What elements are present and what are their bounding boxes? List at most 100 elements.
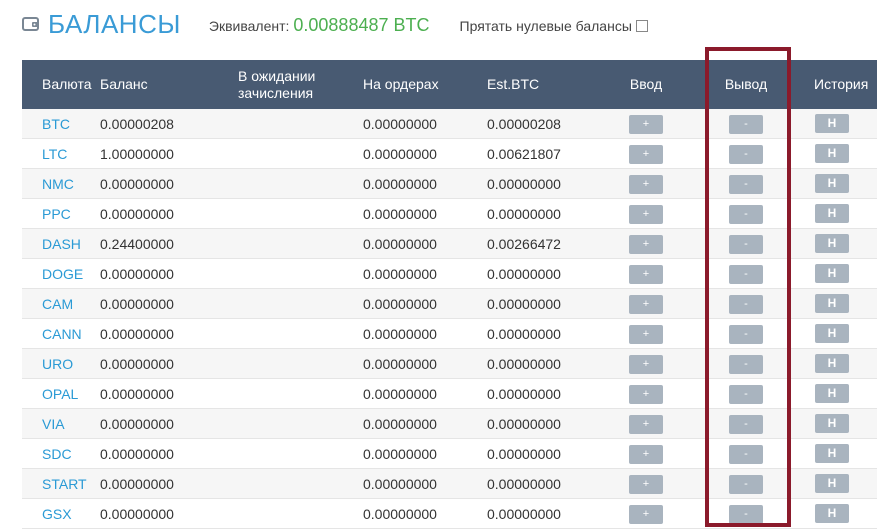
history-button[interactable]: H [815, 204, 849, 223]
pending-cell [238, 438, 363, 469]
est-btc-cell: 0.00000000 [487, 348, 598, 379]
withdraw-cell: - [694, 168, 798, 199]
deposit-cell: + [598, 498, 694, 529]
deposit-button[interactable]: + [629, 444, 663, 464]
history-button[interactable]: H [815, 354, 849, 373]
col-orders[interactable]: На ордерах [363, 60, 487, 109]
currency-link[interactable]: URO [42, 356, 73, 372]
table-row: OPAL 0.00000000 0.00000000 0.00000000 + - H [22, 378, 877, 409]
deposit-button[interactable]: + [629, 294, 663, 314]
currency-cell: BTC [22, 109, 100, 139]
deposit-cell: + [598, 378, 694, 409]
withdraw-button[interactable]: - [729, 324, 763, 344]
currency-link[interactable]: START [42, 476, 87, 492]
col-est-btc[interactable]: Est.BTC [487, 60, 598, 109]
table-row: GSX 0.00000000 0.00000000 0.00000000 + - H [22, 498, 877, 529]
currency-link[interactable]: DOGE [42, 266, 83, 282]
est-btc-cell: 0.00000208 [487, 109, 598, 139]
orders-cell: 0.00000000 [363, 109, 487, 139]
table-row: CAM 0.00000000 0.00000000 0.00000000 + - H [22, 288, 877, 319]
withdraw-button[interactable]: - [729, 234, 763, 254]
currency-link[interactable]: VIA [42, 416, 65, 432]
withdraw-button[interactable]: - [729, 474, 763, 494]
history-button[interactable]: H [815, 264, 849, 283]
history-button[interactable]: H [815, 114, 849, 133]
balance-cell: 0.00000000 [100, 468, 238, 499]
table-row: DASH 0.24400000 0.00000000 0.00266472 + - H [22, 228, 877, 259]
deposit-button[interactable]: + [629, 354, 663, 374]
withdraw-button[interactable]: - [729, 204, 763, 224]
balances-rows: BTC 0.00000208 0.00000000 0.00000208 + - H LTC 1… [22, 109, 877, 529]
withdraw-button[interactable]: - [729, 144, 763, 164]
withdraw-button[interactable]: - [729, 414, 763, 434]
withdraw-button[interactable]: - [729, 174, 763, 194]
currency-link[interactable]: OPAL [42, 386, 78, 402]
deposit-button[interactable]: + [629, 264, 663, 284]
history-button[interactable]: H [815, 294, 849, 313]
orders-cell: 0.00000000 [363, 498, 487, 529]
est-btc-cell: 0.00000000 [487, 438, 598, 469]
currency-link[interactable]: LTC [42, 146, 67, 162]
orders-cell: 0.00000000 [363, 198, 487, 229]
history-button[interactable]: H [815, 414, 849, 433]
col-history: История [798, 60, 877, 109]
history-button[interactable]: H [815, 174, 849, 193]
history-cell: H [798, 109, 877, 139]
currency-cell: URO [22, 348, 100, 379]
col-balance[interactable]: Баланс [100, 60, 238, 109]
currency-link[interactable]: CANN [42, 326, 82, 342]
est-btc-cell: 0.00000000 [487, 408, 598, 439]
balance-cell: 0.00000000 [100, 438, 238, 469]
history-button[interactable]: H [815, 474, 849, 493]
withdraw-button[interactable]: - [729, 114, 763, 134]
balance-cell: 0.00000000 [100, 288, 238, 319]
deposit-cell: + [598, 348, 694, 379]
col-pending[interactable]: В ожидании зачисления [238, 60, 363, 109]
history-button[interactable]: H [815, 144, 849, 163]
orders-cell: 0.00000000 [363, 318, 487, 349]
deposit-button[interactable]: + [629, 504, 663, 524]
history-cell: H [798, 498, 877, 529]
deposit-button[interactable]: + [629, 234, 663, 254]
withdraw-button[interactable]: - [729, 294, 763, 314]
history-button[interactable]: H [815, 234, 849, 253]
currency-link[interactable]: CAM [42, 296, 73, 312]
currency-link[interactable]: DASH [42, 236, 81, 252]
deposit-cell: + [598, 109, 694, 139]
currency-link[interactable]: GSX [42, 506, 72, 522]
currency-link[interactable]: NMC [42, 176, 74, 192]
currency-link[interactable]: BTC [42, 116, 70, 132]
deposit-button[interactable]: + [629, 204, 663, 224]
withdraw-button[interactable]: - [729, 264, 763, 284]
deposit-button[interactable]: + [629, 174, 663, 194]
currency-cell: NMC [22, 168, 100, 199]
table-row: PPC 0.00000000 0.00000000 0.00000000 + - H [22, 198, 877, 229]
currency-link[interactable]: PPC [42, 206, 71, 222]
orders-cell: 0.00000000 [363, 438, 487, 469]
balance-cell: 0.24400000 [100, 228, 238, 259]
history-button[interactable]: H [815, 444, 849, 463]
deposit-button[interactable]: + [629, 474, 663, 494]
balance-cell: 0.00000000 [100, 168, 238, 199]
history-button[interactable]: H [815, 504, 849, 523]
hide-zero-balances-toggle[interactable]: Прятать нулевые балансы [460, 18, 648, 34]
deposit-button[interactable]: + [629, 144, 663, 164]
history-button[interactable]: H [815, 384, 849, 403]
deposit-button[interactable]: + [629, 324, 663, 344]
hide-zero-balances-checkbox[interactable] [635, 20, 648, 32]
currency-link[interactable]: SDC [42, 446, 72, 462]
withdraw-button[interactable]: - [729, 504, 763, 524]
withdraw-button[interactable]: - [729, 444, 763, 464]
balance-cell: 0.00000208 [100, 109, 238, 139]
currency-cell: PPC [22, 198, 100, 229]
col-currency[interactable]: Валюта [22, 60, 100, 109]
withdraw-button[interactable]: - [729, 354, 763, 374]
deposit-button[interactable]: + [629, 114, 663, 134]
orders-cell: 0.00000000 [363, 468, 487, 499]
withdraw-button[interactable]: - [729, 384, 763, 404]
orders-cell: 0.00000000 [363, 288, 487, 319]
page-title: БАЛАНСЫ [48, 8, 181, 39]
deposit-button[interactable]: + [629, 384, 663, 404]
history-button[interactable]: H [815, 324, 849, 343]
deposit-button[interactable]: + [629, 414, 663, 434]
